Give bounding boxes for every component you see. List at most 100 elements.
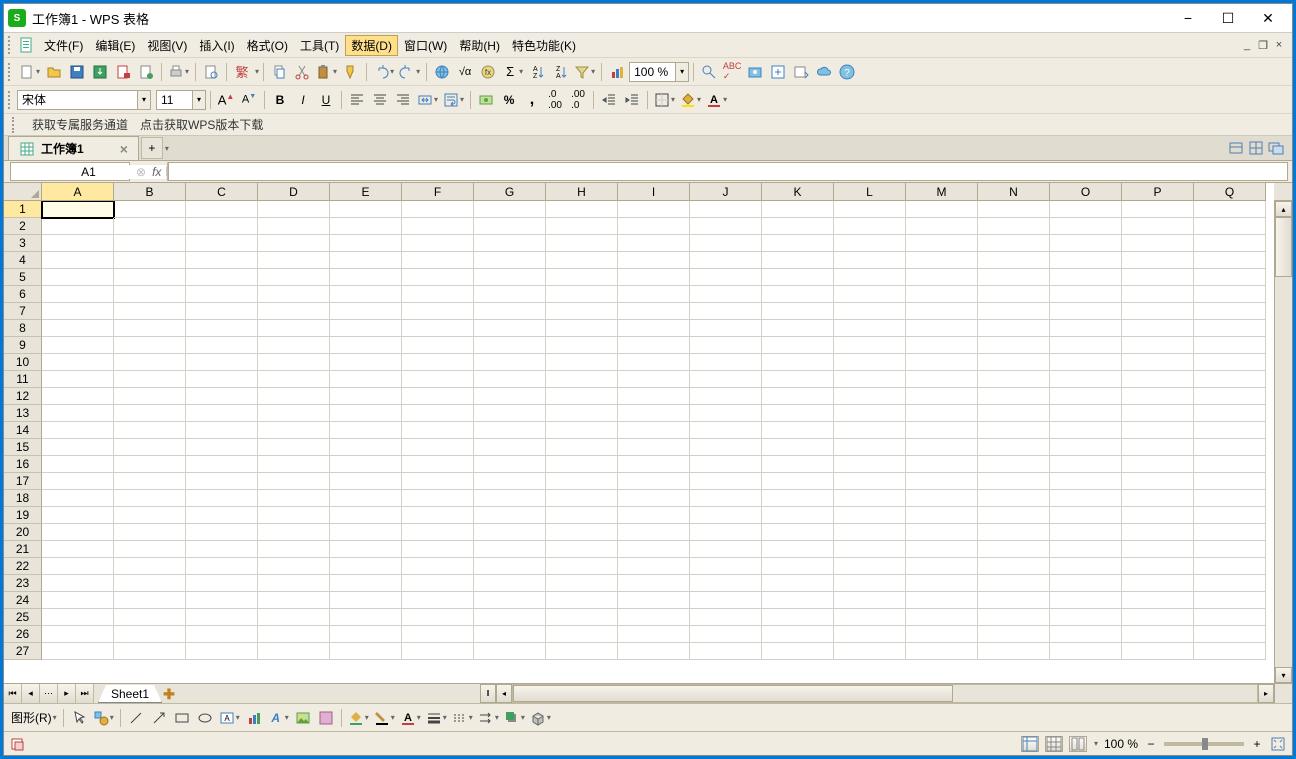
row-header[interactable]: 16 [4,456,42,473]
find-button[interactable] [698,61,720,83]
cell[interactable] [834,201,906,218]
cell[interactable] [330,235,402,252]
cell[interactable] [1050,558,1122,575]
cell[interactable] [330,490,402,507]
cell[interactable] [618,609,690,626]
cell[interactable] [762,320,834,337]
font-size-dropdown[interactable]: ▾ [192,90,206,110]
cell[interactable] [114,269,186,286]
rectangle-button[interactable] [171,707,193,729]
vertical-scrollbar[interactable]: ▴ ▾ [1274,201,1292,683]
cell[interactable] [402,235,474,252]
cell[interactable] [42,609,114,626]
cell[interactable] [618,354,690,371]
menu-window[interactable]: 窗口(W) [398,35,453,56]
decrease-indent-button[interactable] [598,89,620,111]
window-arrange-icon[interactable] [1268,140,1284,156]
cell[interactable] [114,235,186,252]
cell[interactable] [978,490,1050,507]
cell[interactable] [186,371,258,388]
cell[interactable] [1122,235,1194,252]
cell[interactable] [1122,473,1194,490]
italic-button[interactable]: I [292,89,314,111]
row-header[interactable]: 5 [4,269,42,286]
cell[interactable] [114,456,186,473]
cell[interactable] [258,201,330,218]
workbook-list-dropdown[interactable]: ▾ [165,144,169,153]
cell[interactable] [1194,354,1266,371]
cell[interactable] [978,235,1050,252]
cell[interactable] [978,371,1050,388]
cell[interactable] [546,371,618,388]
row-header[interactable]: 26 [4,626,42,643]
export-pdf-button[interactable] [112,61,134,83]
cell[interactable] [762,388,834,405]
cell[interactable] [258,558,330,575]
cell[interactable] [1194,320,1266,337]
cell[interactable] [474,473,546,490]
workbook-tab[interactable]: 工作簿1 × [8,136,139,160]
save-button[interactable] [66,61,88,83]
send-button[interactable] [135,61,157,83]
cell[interactable] [546,507,618,524]
autoshapes-button[interactable]: ▾ [91,707,116,729]
cell[interactable] [186,473,258,490]
cell[interactable] [474,609,546,626]
cell[interactable] [330,320,402,337]
cell[interactable] [114,405,186,422]
cell[interactable] [1050,218,1122,235]
cell[interactable] [474,201,546,218]
cell[interactable] [114,320,186,337]
cell[interactable] [186,609,258,626]
maximize-button[interactable]: ☐ [1208,6,1248,30]
row-header[interactable]: 10 [4,354,42,371]
cell[interactable] [402,422,474,439]
cell[interactable] [618,286,690,303]
row-header[interactable]: 7 [4,303,42,320]
cell[interactable] [546,490,618,507]
cell[interactable] [42,473,114,490]
decrease-decimal-button[interactable]: .00.0 [567,89,589,111]
cell[interactable] [402,626,474,643]
cell[interactable] [42,354,114,371]
zoom-in-button[interactable]: + [1250,737,1264,751]
cell[interactable] [402,524,474,541]
cell[interactable] [330,218,402,235]
cell[interactable] [330,473,402,490]
cell[interactable] [978,541,1050,558]
column-header[interactable]: B [114,183,186,201]
toolbar-grip[interactable] [12,117,18,133]
cell[interactable] [114,439,186,456]
cell[interactable] [42,269,114,286]
cell[interactable] [618,558,690,575]
cell[interactable] [186,218,258,235]
cell[interactable] [690,473,762,490]
decrease-font-button[interactable]: A▼ [238,89,260,111]
cell[interactable] [114,524,186,541]
reading-layout-icon[interactable] [1228,140,1244,156]
toolbar-grip[interactable] [8,36,14,54]
cell[interactable] [906,439,978,456]
cell[interactable] [1050,490,1122,507]
cell[interactable] [690,507,762,524]
cell[interactable] [546,218,618,235]
cell[interactable] [834,473,906,490]
column-header[interactable]: I [618,183,690,201]
cell[interactable] [474,541,546,558]
cell[interactable] [618,439,690,456]
cell[interactable] [834,575,906,592]
cell[interactable] [474,218,546,235]
cell[interactable] [402,371,474,388]
column-header[interactable]: F [402,183,474,201]
toolbar-grip[interactable] [8,63,14,81]
cell[interactable] [1194,473,1266,490]
cell[interactable] [762,456,834,473]
cell[interactable] [42,235,114,252]
cell[interactable] [1194,643,1266,660]
cell[interactable] [114,643,186,660]
cell[interactable] [906,303,978,320]
cell[interactable] [1122,201,1194,218]
cell[interactable] [690,490,762,507]
mdi-close-button[interactable]: × [1272,38,1286,52]
cell[interactable] [978,473,1050,490]
